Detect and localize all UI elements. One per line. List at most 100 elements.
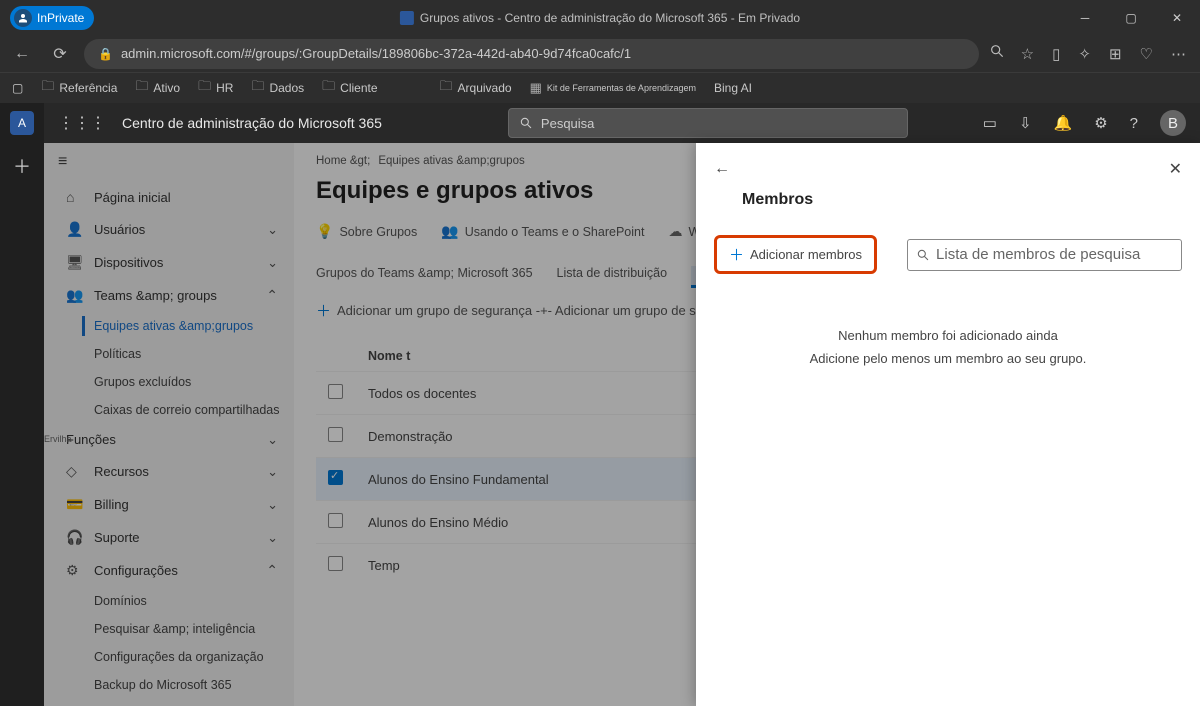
app-rail: A ＋: [0, 103, 44, 706]
add-members-label: Adicionar membros: [750, 247, 862, 262]
nav-settings[interactable]: ⚙Configurações: [44, 554, 294, 587]
add-members-button[interactable]: ＋ Adicionar membros: [714, 235, 877, 274]
app-icon[interactable]: A: [10, 111, 34, 135]
page-title: Grupos ativos - Centro de administração …: [420, 11, 800, 25]
gear-icon: ⚙: [66, 562, 82, 579]
resources-icon: ◇: [66, 463, 82, 480]
search-icon: [519, 116, 533, 130]
help-about[interactable]: 💡Sobre Grupos: [316, 223, 417, 240]
tab-m365[interactable]: Grupos do Teams &amp; Microsoft 365: [316, 266, 533, 288]
member-search-placeholder: Lista de membros de pesquisa: [936, 246, 1140, 263]
nav-users[interactable]: 👤Usuários: [44, 213, 294, 246]
window-controls: ─ ▢ ✕: [1062, 0, 1200, 35]
hamburger-icon[interactable]: ≡: [44, 143, 294, 181]
billing-icon: 💳: [66, 496, 82, 513]
admin-header: ⋮⋮⋮ Centro de administração do Microsoft…: [44, 103, 1200, 143]
avatar[interactable]: B: [1160, 110, 1186, 136]
nav-settings-search[interactable]: Pesquisar &amp; inteligência: [44, 615, 294, 643]
url-field[interactable]: 🔒 admin.microsoft.com/#/groups/:GroupDet…: [84, 39, 979, 69]
panel-title: Membros: [696, 187, 1200, 225]
extensions-icon[interactable]: ⊞: [1109, 45, 1122, 63]
browser-title-bar: InPrivate Grupos ativos - Centro de admi…: [0, 0, 1200, 35]
nav-teams[interactable]: 👥Teams &amp; groups: [44, 279, 294, 312]
url-text: admin.microsoft.com/#/groups/:GroupDetai…: [121, 46, 631, 61]
nav-support[interactable]: 🎧Suporte: [44, 521, 294, 554]
nav-teams-deleted[interactable]: Grupos excluídos: [44, 368, 294, 396]
site-favicon: [400, 11, 414, 25]
bookmark-bar: ▢ 🗀Referência 🗀Ativo 🗀HR 🗀Dados 🗀Cliente…: [0, 73, 1200, 103]
search-icon: [916, 248, 930, 262]
nav-teams-active[interactable]: Equipes ativas &amp;grupos: [44, 312, 294, 340]
home-icon: ⌂: [66, 189, 82, 205]
nav-teams-policies[interactable]: Políticas: [44, 340, 294, 368]
collections-icon[interactable]: ✧: [1078, 45, 1091, 63]
cloud-icon: ☁: [668, 223, 682, 240]
admin-title: Centro de administração do Microsoft 365: [122, 115, 382, 131]
more-icon[interactable]: ⋯: [1171, 45, 1186, 63]
admin-search[interactable]: Pesquisa: [508, 108, 908, 138]
panel-close-button[interactable]: ✕: [1169, 159, 1182, 179]
nav-home[interactable]: ⌂Página inicial: [44, 181, 294, 213]
gear-icon[interactable]: ⚙: [1094, 114, 1107, 132]
help-icon[interactable]: ?: [1130, 115, 1138, 132]
nav-settings-domains[interactable]: Domínios: [44, 587, 294, 615]
back-button[interactable]: ←: [8, 45, 36, 63]
close-button[interactable]: ✕: [1154, 0, 1200, 35]
nav-settings-org[interactable]: Configurações da organização: [44, 643, 294, 671]
browser-url-bar: ← ⟳ 🔒 admin.microsoft.com/#/groups/:Grou…: [0, 35, 1200, 73]
nav-resources[interactable]: ◇Recursos: [44, 455, 294, 488]
plus-icon: ＋: [729, 244, 744, 265]
checkbox[interactable]: [328, 556, 343, 571]
member-search[interactable]: Lista de membros de pesquisa: [907, 239, 1182, 271]
panel-back-button[interactable]: ←: [714, 160, 730, 178]
checkbox[interactable]: [328, 513, 343, 528]
bookmark-bing[interactable]: Bing AI: [714, 81, 752, 95]
nav-teams-shared[interactable]: Caixas de correio compartilhadas: [44, 396, 294, 424]
new-tab-button[interactable]: ＋: [13, 153, 31, 179]
checkbox[interactable]: [328, 470, 343, 485]
nav-settings-backup[interactable]: Backup do Microsoft 365: [44, 671, 294, 699]
bell-icon[interactable]: 🔔: [1054, 114, 1073, 132]
heart-icon[interactable]: ♡: [1140, 45, 1153, 63]
inprivate-badge: InPrivate: [10, 6, 94, 30]
tab-icon[interactable]: ▢: [12, 81, 23, 95]
support-icon: 🎧: [66, 529, 82, 546]
nav-devices[interactable]: 🖥Dispositivos: [44, 246, 294, 279]
crumb-current: Equipes ativas &amp;grupos: [378, 155, 524, 167]
favorite-icon[interactable]: ☆: [1021, 45, 1034, 63]
bookmark-arquivado[interactable]: 🗀Arquivado: [440, 77, 512, 99]
person-icon: [14, 9, 32, 27]
waffle-icon[interactable]: ⋮⋮⋮: [58, 113, 106, 133]
reading-icon[interactable]: ▯: [1052, 45, 1060, 63]
teams-icon: 👥: [441, 223, 458, 240]
search-placeholder: Pesquisa: [541, 116, 594, 131]
user-icon: 👤: [66, 221, 82, 238]
checkbox[interactable]: [328, 384, 343, 399]
bookmark-kit[interactable]: ▦Kit de Ferramentas de Aprendizagem: [530, 80, 696, 96]
nav-billing[interactable]: 💳Billing: [44, 488, 294, 521]
download-icon[interactable]: ⇩: [1019, 114, 1032, 132]
bookmark-referencia[interactable]: 🗀Referência: [41, 77, 117, 99]
teams-icon: 👥: [66, 287, 82, 304]
device-icon: 🖥: [66, 254, 82, 271]
search-icon[interactable]: [989, 43, 1005, 64]
nav-roles[interactable]: ErvilhaFunções: [44, 424, 294, 455]
minimize-button[interactable]: ─: [1062, 0, 1108, 35]
bookmark-cliente[interactable]: 🗀Cliente: [322, 77, 377, 99]
refresh-button[interactable]: ⟳: [46, 44, 74, 64]
inprivate-label: InPrivate: [37, 11, 84, 25]
card-icon[interactable]: ▭: [983, 114, 997, 132]
tab-distribution[interactable]: Lista de distribuição: [557, 266, 667, 288]
side-nav: ≡ ⌂Página inicial 👤Usuários 🖥Dispositivo…: [44, 143, 294, 706]
plus-icon: ＋: [316, 300, 331, 321]
members-panel: ← ✕ Membros ＋ Adicionar membros Lista de…: [696, 143, 1200, 706]
maximize-button[interactable]: ▢: [1108, 0, 1154, 35]
checkbox[interactable]: [328, 427, 343, 442]
bookmark-hr[interactable]: 🗀HR: [198, 77, 233, 99]
empty-state: Nenhum membro foi adicionado ainda Adici…: [714, 324, 1182, 371]
crumb-home[interactable]: Home &gt;: [316, 155, 370, 167]
help-teams-sp[interactable]: 👥Usando o Teams e o SharePoint: [441, 223, 644, 240]
bulb-icon: 💡: [316, 223, 333, 240]
bookmark-ativo[interactable]: 🗀Ativo: [135, 77, 180, 99]
bookmark-dados[interactable]: 🗀Dados: [251, 77, 304, 99]
